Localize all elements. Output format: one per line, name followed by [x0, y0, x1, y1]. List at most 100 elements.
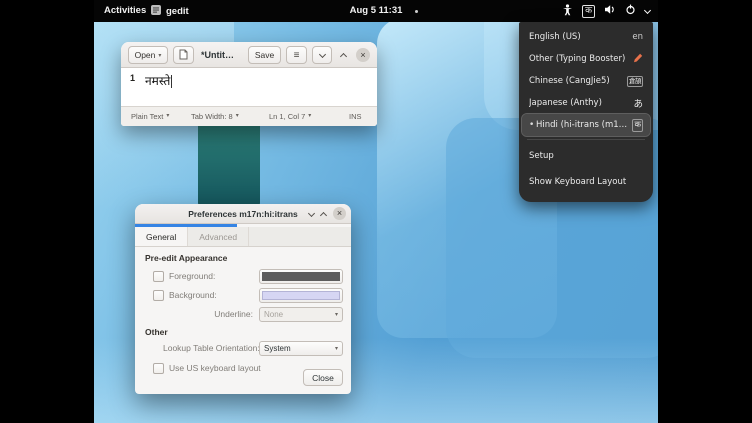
menu-button[interactable]: ≡ — [286, 46, 307, 64]
new-document-button[interactable] — [173, 46, 194, 64]
dialog-close-button[interactable]: Close — [303, 369, 343, 386]
background-color-button[interactable] — [259, 288, 343, 303]
input-source-typing-booster[interactable]: Other (Typing Booster) — [522, 48, 650, 70]
input-source-badge: あ — [633, 96, 643, 110]
foreground-row: Foreground: — [135, 269, 351, 285]
caret-down-icon: ▾ — [158, 52, 161, 59]
open-button[interactable]: Open ▾ — [128, 46, 168, 64]
lookup-orientation-label: Lookup Table Orientation: — [163, 341, 260, 356]
dialog-titlebar[interactable]: Preferences m17n:hi:itrans × — [135, 204, 351, 224]
foreground-checkbox[interactable] — [153, 271, 164, 282]
wallpaper-folder-shape — [198, 112, 260, 208]
caret-down-icon: ▾ — [335, 345, 338, 352]
cursor-position-label: Ln 1, Col 7 — [269, 107, 305, 126]
pencil-icon — [633, 53, 643, 66]
language-label: Plain Text — [131, 107, 163, 126]
gedit-statusbar: Plain Text ▾ Tab Width: 8 ▾ Ln 1, Col 7 … — [121, 106, 377, 126]
input-source-japanese[interactable]: Japanese (Anthy) あ — [522, 92, 650, 114]
background-color-swatch — [262, 291, 340, 300]
notification-indicator-dot — [415, 10, 418, 13]
underline-row: Underline: None ▾ — [135, 307, 351, 323]
save-button-label: Save — [255, 50, 274, 60]
system-status-area[interactable]: क — [562, 0, 650, 22]
preedit-appearance-heading: Pre-edit Appearance — [145, 253, 227, 263]
document-text[interactable]: नमस्ते — [139, 68, 172, 106]
activities-button[interactable]: Activities — [104, 0, 146, 22]
gedit-app-icon — [150, 4, 162, 19]
document-text-content: नमस्ते — [145, 74, 170, 88]
caret-down-icon: ▾ — [236, 107, 239, 126]
input-source-label: Japanese (Anthy) — [529, 98, 630, 108]
caret-down-icon: ▾ — [335, 311, 338, 318]
tab-width-label: Tab Width: 8 — [191, 107, 233, 126]
input-source-badge: en — [632, 32, 643, 42]
input-source-label: English (US) — [529, 32, 629, 42]
minimize-button[interactable] — [305, 204, 317, 224]
selected-bullet-icon: • — [529, 120, 536, 130]
close-button[interactable]: × — [356, 48, 370, 62]
us-keyboard-checkbox[interactable] — [153, 363, 164, 374]
save-button[interactable]: Save — [248, 46, 281, 64]
us-keyboard-label: Use US keyboard layout — [169, 361, 261, 376]
chevron-up-icon — [339, 52, 346, 59]
input-source-badge: क — [632, 119, 643, 132]
foreground-color-button[interactable] — [259, 269, 343, 284]
gedit-headerbar[interactable]: Open ▾ *Untit… Save ≡ — [121, 42, 377, 68]
menu-item-setup[interactable]: Setup — [522, 143, 650, 169]
maximize-button[interactable] — [317, 204, 329, 224]
chevron-down-icon — [644, 6, 651, 13]
tab-advanced[interactable]: Advanced — [188, 227, 249, 246]
chevron-down-icon — [318, 50, 325, 57]
tab-strip: General Advanced — [135, 227, 351, 247]
close-button[interactable]: × — [333, 207, 346, 220]
power-icon — [625, 4, 636, 18]
tab-general[interactable]: General — [135, 227, 188, 246]
input-source-chinese[interactable]: Chinese (CangJie5) 倉頡 — [522, 70, 650, 92]
clock-button[interactable]: Aug 5 11:31 — [350, 0, 403, 22]
chevron-down-icon — [307, 209, 314, 216]
background-row: Background: — [135, 288, 351, 304]
close-icon: × — [356, 48, 370, 62]
other-heading: Other — [145, 327, 168, 337]
maximize-button[interactable] — [335, 42, 351, 68]
accessibility-icon[interactable] — [562, 4, 573, 19]
new-document-icon — [179, 49, 188, 62]
caret-down-icon: ▾ — [308, 107, 311, 126]
underline-value: None — [264, 310, 283, 319]
language-selector[interactable]: Plain Text ▾ — [131, 107, 169, 126]
keyboard-layout-indicator[interactable]: क — [582, 5, 595, 18]
background-checkbox[interactable] — [153, 290, 164, 301]
document-title: *Untit… — [201, 42, 234, 68]
text-editor-area[interactable]: 1 नमस्ते — [121, 68, 377, 106]
insert-mode-indicator: INS — [349, 107, 362, 126]
input-source-label: Other (Typing Booster) — [529, 54, 630, 64]
desktop-wallpaper: Activities gedit Aug 5 11:31 क English (… — [94, 0, 658, 423]
background-label: Background: — [169, 288, 217, 303]
menu-item-show-keyboard-layout[interactable]: Show Keyboard Layout — [522, 169, 650, 195]
lookup-orientation-value: System — [264, 344, 291, 353]
preferences-dialog: Preferences m17n:hi:itrans × General Adv… — [135, 204, 351, 394]
screen: Activities gedit Aug 5 11:31 क English (… — [0, 0, 752, 423]
app-menu-label: gedit — [166, 6, 189, 17]
foreground-color-swatch — [262, 272, 340, 281]
caret-down-icon: ▾ — [166, 107, 169, 126]
input-sources-menu: English (US) en Other (Typing Booster) C… — [519, 22, 653, 202]
input-source-english[interactable]: English (US) en — [522, 26, 650, 48]
document-selector-button[interactable] — [312, 46, 332, 64]
app-menu-button[interactable]: gedit — [150, 0, 189, 22]
line-number: 1 — [121, 68, 139, 106]
lookup-orientation-dropdown[interactable]: System ▾ — [259, 341, 343, 356]
input-source-badge: 倉頡 — [627, 76, 643, 87]
menu-separator — [527, 139, 645, 140]
insert-mode-label: INS — [349, 107, 362, 126]
lookup-orientation-row: Lookup Table Orientation: System ▾ — [135, 341, 351, 357]
hamburger-icon: ≡ — [294, 50, 300, 61]
underline-dropdown[interactable]: None ▾ — [259, 307, 343, 322]
cursor-position-selector[interactable]: Ln 1, Col 7 ▾ — [269, 107, 311, 126]
top-bar: Activities gedit Aug 5 11:31 क — [94, 0, 658, 22]
gedit-window: Open ▾ *Untit… Save ≡ — [121, 42, 377, 126]
input-source-label: Chinese (CangJie5) — [529, 76, 624, 86]
tab-width-selector[interactable]: Tab Width: 8 ▾ — [191, 107, 239, 126]
open-button-label: Open — [135, 50, 156, 60]
input-source-hindi[interactable]: • Hindi (hi-itrans (m17n)) क — [522, 114, 650, 136]
